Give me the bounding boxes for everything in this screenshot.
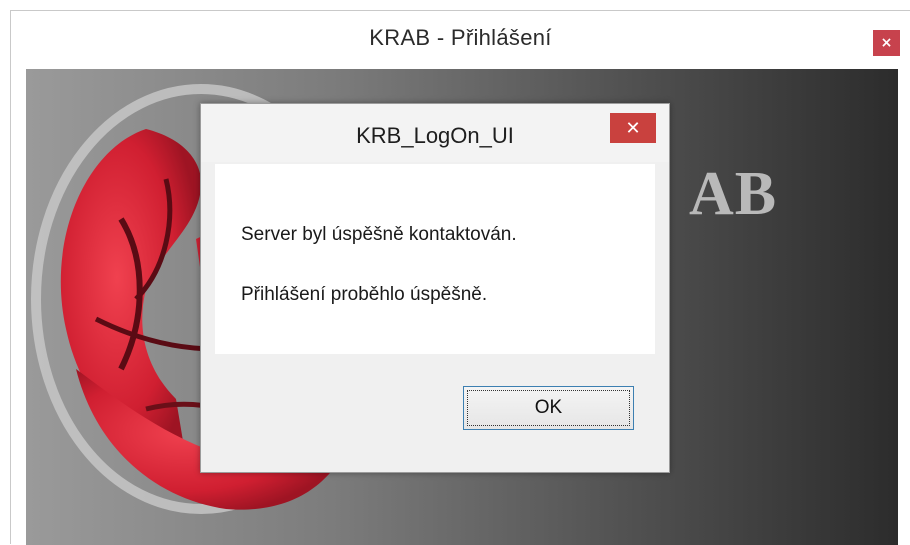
- dialog-titlebar: KRB_LogOn_UI ✕: [201, 104, 669, 162]
- message-login-success: Přihlášení proběhlo úspěšně.: [241, 284, 488, 305]
- krab-logo-text: AB: [689, 160, 778, 228]
- main-close-button[interactable]: ×: [873, 30, 900, 56]
- main-titlebar: KRAB - Přihlášení ×: [11, 11, 910, 69]
- ok-button[interactable]: OK: [463, 386, 634, 430]
- dialog-title: KRB_LogOn_UI: [356, 123, 514, 148]
- dialog-message-area: Server byl úspěšně kontaktován. Přihláše…: [215, 164, 655, 354]
- dialog-button-bar: OK: [215, 354, 655, 458]
- main-window-title: KRAB - Přihlášení: [369, 25, 552, 50]
- close-icon: ✕: [625, 117, 641, 139]
- dialog-close-button[interactable]: ✕: [610, 113, 656, 143]
- close-icon: ×: [880, 35, 893, 51]
- message-dialog: KRB_LogOn_UI ✕ Server byl úspěšně kontak…: [200, 103, 670, 473]
- message-server-contacted: Server byl úspěšně kontaktován.: [241, 224, 517, 245]
